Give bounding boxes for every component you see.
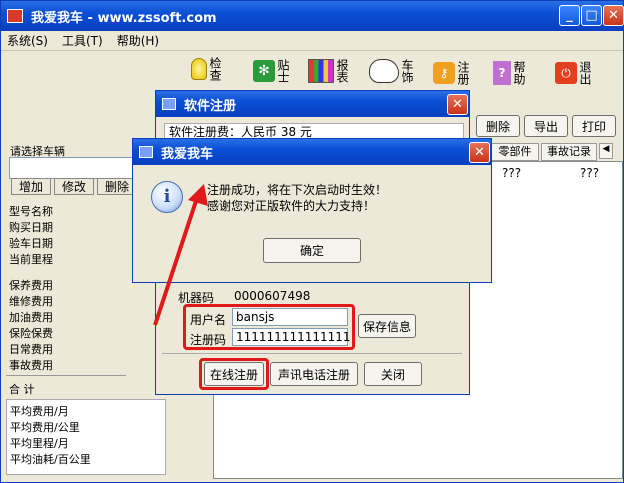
arrow-annotation bbox=[153, 184, 208, 326]
